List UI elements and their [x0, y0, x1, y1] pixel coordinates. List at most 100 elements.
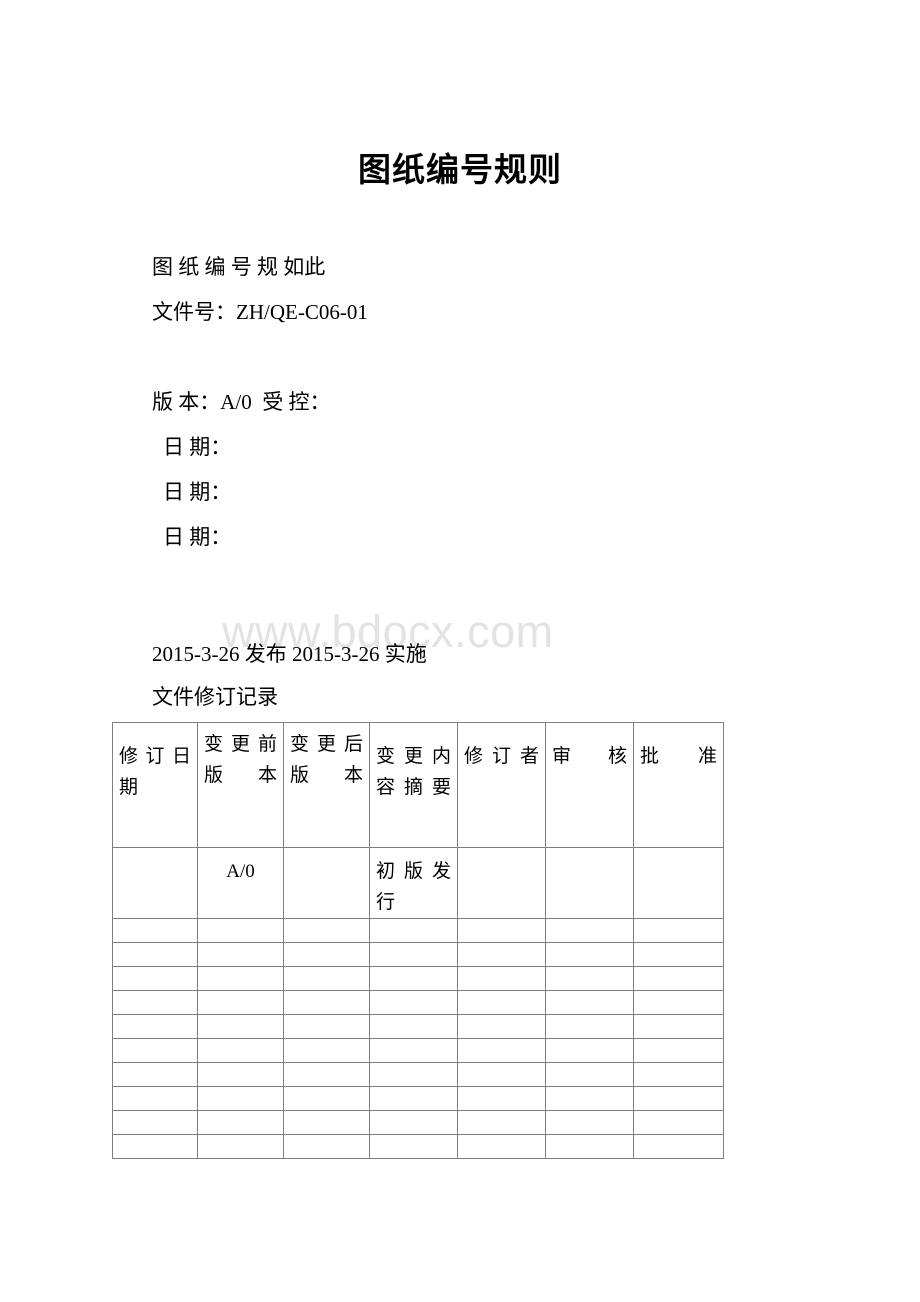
cell-value: [459, 1136, 545, 1142]
table-header-cell-checker: 审核: [545, 722, 634, 848]
cell-value: [371, 968, 457, 974]
cell-value: [371, 1088, 457, 1094]
table-header-cell-version-after: 变更后版本: [283, 722, 370, 848]
cell-value: [547, 849, 633, 857]
cell-value: [459, 849, 545, 857]
table-cell-version-after: [283, 847, 370, 919]
cell-value: [635, 1016, 723, 1022]
cell-value: [199, 1064, 283, 1070]
table-cell-checker: [545, 1134, 634, 1159]
cell-value: [635, 968, 723, 974]
cell-value: [199, 1136, 283, 1142]
table-cell-checker: [545, 1038, 634, 1063]
table-header-cell-version-before: 变更前版本: [197, 722, 284, 848]
table-row: [112, 966, 724, 991]
table-header-cell-revision-date: 修订日期: [112, 722, 198, 848]
header-label-checker: 审核: [552, 746, 627, 767]
table-cell-approver: [633, 847, 724, 919]
table-cell-reviser: [457, 1110, 546, 1135]
cell-value: [635, 1088, 723, 1094]
cell-value: [635, 1112, 723, 1118]
table-cell-revision-date: [112, 1134, 198, 1159]
table-cell-version-after: [283, 1134, 370, 1159]
cell-value: [114, 944, 197, 950]
table-row: [112, 1134, 724, 1159]
table-cell-revision-date: [112, 990, 198, 1015]
cell-value: [114, 849, 197, 857]
table-cell-version-before: [197, 942, 284, 967]
table-cell-change-summary: [369, 918, 458, 943]
cell-value: [547, 1040, 633, 1046]
cell-value: [547, 1016, 633, 1022]
cell-value: [371, 1136, 457, 1142]
table-header-row: 修订日期 变更前版本 变更后版本 变更内容摘要 修订者 审核 批准: [112, 722, 724, 848]
cell-value: [199, 1040, 283, 1046]
cell-value: [114, 1136, 197, 1142]
cell-value: [285, 1064, 369, 1070]
table-cell-checker: [545, 847, 634, 919]
table-cell-version-after: [283, 1110, 370, 1135]
body-line-date-1: 日 期：: [163, 435, 232, 459]
cell-value: [285, 1016, 369, 1022]
cell-value: [114, 1088, 197, 1094]
table-row: [112, 918, 724, 943]
table-cell-approver: [633, 1014, 724, 1039]
cell-value: [547, 968, 633, 974]
table-cell-change-summary: [369, 990, 458, 1015]
cell-value: 初版发行: [376, 861, 451, 913]
table-row: [112, 1086, 724, 1111]
cell-value: [371, 1112, 457, 1118]
document-body: 图 纸 编 号 规 如此 文件号：ZH/QE-C06-01 版 本：A/0 受 …: [152, 245, 792, 560]
revision-record-heading: 文件修订记录: [152, 685, 278, 709]
cell-value: [459, 968, 545, 974]
table-cell-reviser: [457, 990, 546, 1015]
cell-value: [459, 992, 545, 998]
table-cell-checker: [545, 918, 634, 943]
table-cell-checker: [545, 990, 634, 1015]
issue-block: 2015-3-26 发布 2015-3-26 实施 文件修订记录: [152, 633, 792, 719]
table-cell-version-before: [197, 990, 284, 1015]
cell-value: [459, 1016, 545, 1022]
table-cell-checker: [545, 1110, 634, 1135]
cell-value: [635, 992, 723, 998]
table-cell-revision-date: [112, 918, 198, 943]
cell-value: [459, 1088, 545, 1094]
cell-value: [371, 920, 457, 926]
cell-value: [114, 1112, 197, 1118]
cell-value: [114, 968, 197, 974]
cell-value: [459, 944, 545, 950]
table-cell-version-before: [197, 1038, 284, 1063]
header-label-reviser: 修订者: [464, 746, 539, 767]
table-cell-checker: [545, 966, 634, 991]
cell-value: [199, 944, 283, 950]
cell-value: [199, 992, 283, 998]
cell-value: [114, 920, 197, 926]
table-cell-version-after: [283, 990, 370, 1015]
table-cell-version-after: [283, 1062, 370, 1087]
table-cell-version-after: [283, 918, 370, 943]
cell-value: [547, 1088, 633, 1094]
table-cell-approver: [633, 1134, 724, 1159]
cell-value: [199, 1112, 283, 1118]
cell-value: [199, 1088, 283, 1094]
header-label-change-summary: 变更内容摘要: [376, 746, 451, 798]
table-cell-change-summary: [369, 942, 458, 967]
table-cell-change-summary: [369, 1134, 458, 1159]
cell-value: [371, 992, 457, 998]
table-cell-version-after: [283, 942, 370, 967]
cell-value: [371, 1040, 457, 1046]
table-cell-change-summary: [369, 1110, 458, 1135]
table-cell-revision-date: [112, 1038, 198, 1063]
table-cell-change-summary: [369, 1014, 458, 1039]
table-cell-reviser: [457, 1134, 546, 1159]
table-cell-version-after: [283, 1086, 370, 1111]
cell-value: A/0: [226, 861, 255, 882]
cell-value: [635, 920, 723, 926]
table-cell-reviser: [457, 1086, 546, 1111]
page-title: 图纸编号规则: [358, 153, 562, 189]
table-row: [112, 990, 724, 1015]
table-cell-reviser: [457, 942, 546, 967]
table-cell-revision-date: [112, 966, 198, 991]
cell-value: [285, 1136, 369, 1142]
